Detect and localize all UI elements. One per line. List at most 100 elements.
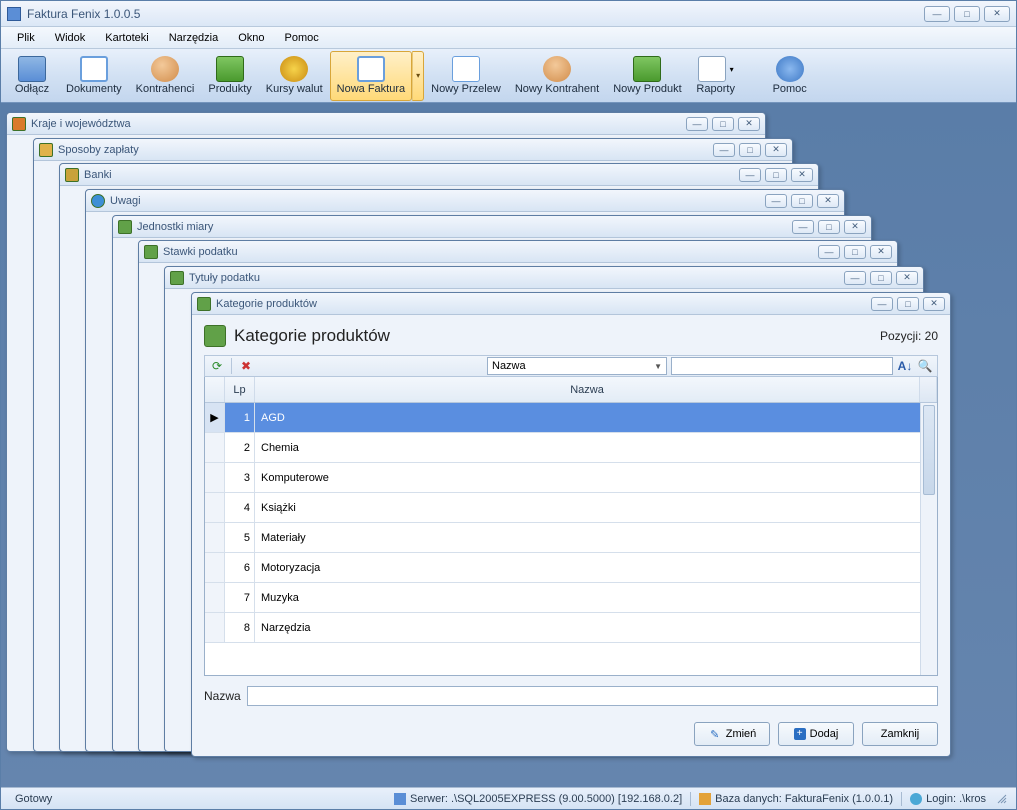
close-button[interactable]: ✕ [738, 117, 760, 131]
tool-dokumenty[interactable]: Dokumenty [59, 51, 129, 101]
row-marker [205, 523, 225, 552]
maximize-button[interactable]: □ [844, 245, 866, 259]
tool-kontrahenci[interactable]: Kontrahenci [129, 51, 202, 101]
mdi-tytuly-title: Tytuły podatku [189, 272, 844, 284]
table-row[interactable]: 8Narzędzia [205, 613, 937, 643]
add-button-label: Dodaj [810, 728, 839, 740]
close-dialog-button[interactable]: Zamknij [862, 722, 938, 746]
maximize-button[interactable]: □ [791, 194, 813, 208]
server-icon [394, 793, 406, 805]
tool-nowafaktura[interactable]: Nowa Faktura [330, 51, 412, 101]
grip-icon [996, 793, 1008, 805]
cell-name: Komputerowe [255, 463, 937, 492]
status-login-text: Login: .\kros [926, 793, 986, 805]
row-marker [205, 493, 225, 522]
minimize-button[interactable]: — [818, 245, 840, 259]
minimize-button[interactable]: — [739, 168, 761, 182]
menu-pomoc[interactable]: Pomoc [275, 29, 329, 47]
menu-kartoteki[interactable]: Kartoteki [95, 29, 158, 47]
refresh-icon[interactable]: ⟳ [209, 358, 225, 374]
scrollbar-thumb[interactable] [923, 405, 935, 495]
menu-okno[interactable]: Okno [228, 29, 274, 47]
cell-name: Narzędzia [255, 613, 937, 642]
menu-plik[interactable]: Plik [7, 29, 45, 47]
col-header-name[interactable]: Nazwa [255, 377, 920, 402]
close-button[interactable]: ✕ [765, 143, 787, 157]
minimize-button[interactable]: — [713, 143, 735, 157]
row-marker [205, 553, 225, 582]
table-row[interactable]: 3Komputerowe [205, 463, 937, 493]
row-marker [205, 613, 225, 642]
mdi-banki-title: Banki [84, 169, 739, 181]
transfer-icon [452, 56, 480, 82]
close-button[interactable]: ✕ [984, 6, 1010, 22]
cell-lp: 1 [225, 403, 255, 432]
table-row[interactable]: 6Motoryzacja [205, 553, 937, 583]
close-button[interactable]: ✕ [791, 168, 813, 182]
mdi-kategorie[interactable]: Kategorie produktów — □ ✕ Kategorie prod… [191, 292, 951, 757]
maximize-button[interactable]: □ [954, 6, 980, 22]
close-button-label: Zamknij [881, 728, 920, 740]
row-marker [205, 433, 225, 462]
col-header-lp[interactable]: Lp [225, 377, 255, 402]
minimize-button[interactable]: — [686, 117, 708, 131]
tool-pomoc-label: Pomoc [773, 83, 807, 95]
person-icon [543, 56, 571, 82]
name-input[interactable] [247, 686, 938, 706]
vertical-scrollbar[interactable] [920, 403, 937, 675]
menu-widok[interactable]: Widok [45, 29, 96, 47]
close-button[interactable]: ✕ [923, 297, 945, 311]
cell-lp: 3 [225, 463, 255, 492]
tool-nowyprzelew[interactable]: Nowy Przelew [424, 51, 508, 101]
close-button[interactable]: ✕ [817, 194, 839, 208]
table-row[interactable]: 2Chemia [205, 433, 937, 463]
sort-asc-icon[interactable]: A↓ [897, 358, 913, 374]
close-button[interactable]: ✕ [896, 271, 918, 285]
tool-nowyprzelew-label: Nowy Przelew [431, 83, 501, 95]
people-icon [151, 56, 179, 82]
table-row[interactable]: 5Materiały [205, 523, 937, 553]
close-button[interactable]: ✕ [870, 245, 892, 259]
minimize-button[interactable]: — [871, 297, 893, 311]
maximize-button[interactable]: □ [765, 168, 787, 182]
minimize-button[interactable]: — [792, 220, 814, 234]
cell-lp: 4 [225, 493, 255, 522]
tool-raporty[interactable]: ▾ Raporty [689, 51, 743, 101]
heading-title: Kategorie produktów [234, 326, 880, 346]
maximize-button[interactable]: □ [897, 297, 919, 311]
cell-name: Muzyka [255, 583, 937, 612]
status-db: Baza danych: FakturaFenix (1.0.0.1) [691, 793, 901, 805]
table-row[interactable]: 7Muzyka [205, 583, 937, 613]
find-icon[interactable]: 🔍 [917, 358, 933, 374]
tool-produkty[interactable]: Produkty [201, 51, 258, 101]
filter-input[interactable] [671, 357, 893, 375]
maximize-button[interactable]: □ [739, 143, 761, 157]
tool-nowykontrahent[interactable]: Nowy Kontrahent [508, 51, 606, 101]
status-db-text: Baza danych: FakturaFenix (1.0.0.1) [715, 793, 893, 805]
change-button[interactable]: ✎ Zmień [694, 722, 770, 746]
tool-nowafaktura-dropdown[interactable]: ▾ [412, 51, 424, 101]
minimize-button[interactable]: — [765, 194, 787, 208]
minimize-button[interactable]: — [844, 271, 866, 285]
table-row[interactable]: 4Książki [205, 493, 937, 523]
tool-pomoc[interactable]: Pomoc [763, 51, 817, 101]
table-row[interactable]: ▶1AGD [205, 403, 937, 433]
maximize-button[interactable]: □ [712, 117, 734, 131]
minimize-button[interactable]: — [924, 6, 950, 22]
toolbar: Odłącz Dokumenty Kontrahenci Produkty Ku… [1, 49, 1016, 103]
filter-field-combo[interactable]: Nazwa ▼ [487, 357, 667, 375]
delete-icon[interactable]: ✖ [238, 358, 254, 374]
tool-odlacz[interactable]: Odłącz [5, 51, 59, 101]
maximize-button[interactable]: □ [818, 220, 840, 234]
maximize-button[interactable]: □ [870, 271, 892, 285]
tool-raporty-label: Raporty [696, 83, 735, 95]
add-button[interactable]: + Dodaj [778, 722, 854, 746]
close-button[interactable]: ✕ [844, 220, 866, 234]
change-button-label: Zmień [726, 728, 757, 740]
cell-lp: 7 [225, 583, 255, 612]
tool-kursywalut[interactable]: Kursy walut [259, 51, 330, 101]
menu-narzedzia[interactable]: Narzędzia [159, 29, 229, 47]
tool-nowyprodukt[interactable]: Nowy Produkt [606, 51, 688, 101]
row-marker: ▶ [205, 403, 225, 432]
resize-grip[interactable] [994, 793, 1010, 805]
